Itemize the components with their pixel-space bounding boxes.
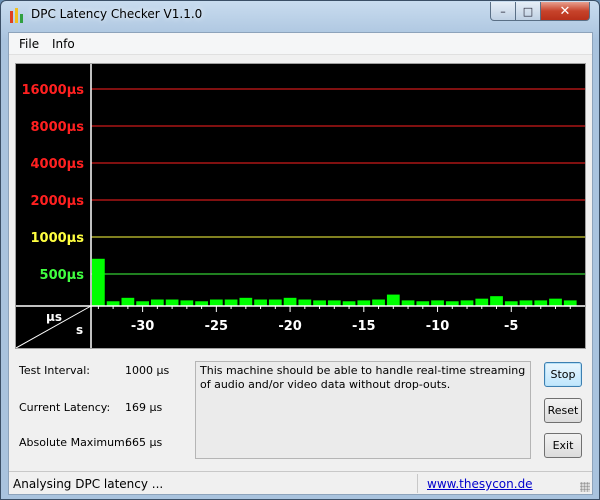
latency-bar bbox=[372, 299, 385, 306]
menu-info[interactable]: Info bbox=[52, 37, 75, 51]
x-tick-label: -5 bbox=[504, 319, 518, 334]
latency-bar bbox=[549, 298, 562, 306]
latency-bar bbox=[209, 299, 223, 306]
current-latency-value: 169 µs bbox=[125, 401, 163, 414]
test-interval-label: Test Interval: bbox=[19, 364, 90, 377]
x-tick-label: -10 bbox=[426, 319, 450, 334]
minimize-icon: – bbox=[500, 4, 506, 18]
latency-chart-svg: µs s 16000µs 8000µs 4000µs 2000µs 1000µs 500µ… bbox=[16, 64, 585, 348]
website-link[interactable]: www.thesycon.de bbox=[427, 477, 533, 491]
y-tick-label: 500µs bbox=[40, 268, 85, 283]
test-interval-value: 1000 µs bbox=[125, 364, 170, 377]
absolute-maximum-value: 665 µs bbox=[125, 436, 163, 449]
maximize-icon: □ bbox=[522, 4, 534, 18]
minimize-button[interactable]: – bbox=[490, 2, 516, 21]
latency-bar bbox=[150, 299, 164, 306]
current-latency-label: Current Latency: bbox=[19, 401, 111, 414]
status-text: Analysing DPC latency ... bbox=[13, 477, 164, 491]
latency-bar bbox=[431, 300, 444, 306]
latency-bar bbox=[121, 297, 135, 306]
window-title: DPC Latency Checker V1.1.0 bbox=[31, 7, 203, 21]
latency-bar bbox=[563, 300, 577, 306]
y-tick-label: 8000µs bbox=[31, 120, 85, 135]
x-unit-label: s bbox=[76, 323, 83, 337]
x-tick-label: -20 bbox=[278, 319, 302, 334]
latency-bar bbox=[534, 300, 548, 306]
latency-bar bbox=[224, 299, 238, 306]
latency-bar bbox=[327, 300, 341, 306]
latency-bar bbox=[239, 297, 253, 306]
y-tick-label: 16000µs bbox=[21, 83, 84, 98]
resize-grip-icon[interactable] bbox=[580, 482, 590, 492]
result-message: This machine should be able to handle re… bbox=[195, 361, 531, 459]
status-divider bbox=[417, 474, 418, 493]
x-tick-label: -25 bbox=[205, 319, 229, 334]
status-bar: Analysing DPC latency ... www.thesycon.d… bbox=[9, 471, 592, 494]
exit-button[interactable]: Exit bbox=[544, 433, 582, 458]
menu-bar: File Info bbox=[9, 33, 592, 55]
close-button[interactable]: ✕ bbox=[540, 2, 590, 21]
maximize-button[interactable]: □ bbox=[515, 2, 541, 21]
latency-bar bbox=[180, 300, 194, 306]
latency-bar bbox=[268, 299, 282, 306]
latency-bar bbox=[490, 296, 503, 306]
app-window: DPC Latency Checker V1.1.0 – □ ✕ File In… bbox=[0, 0, 600, 500]
y-tick-label: 1000µs bbox=[31, 231, 85, 246]
y-tick-label: 2000µs bbox=[31, 194, 85, 209]
latency-bar bbox=[357, 300, 371, 306]
latency-bar bbox=[386, 294, 400, 306]
stop-button[interactable]: Stop bbox=[544, 362, 582, 387]
y-tick-label: 4000µs bbox=[31, 157, 85, 172]
latency-bar bbox=[165, 299, 179, 306]
latency-bar bbox=[475, 298, 489, 306]
menu-file[interactable]: File bbox=[19, 37, 39, 51]
latency-bar bbox=[519, 300, 533, 306]
client-area: File Info µs s 16000µs 8000µs 4000µs 2000µs… bbox=[8, 32, 593, 495]
latency-bar bbox=[298, 299, 312, 306]
latency-bar bbox=[401, 300, 415, 306]
reset-button[interactable]: Reset bbox=[544, 398, 582, 423]
latency-bar bbox=[283, 297, 297, 306]
x-tick-label: -30 bbox=[131, 319, 155, 334]
latency-bar bbox=[313, 300, 326, 306]
close-icon: ✕ bbox=[559, 3, 571, 19]
y-unit-label: µs bbox=[46, 310, 62, 324]
latency-chart: µs s 16000µs 8000µs 4000µs 2000µs 1000µs 500µ… bbox=[15, 63, 586, 349]
latency-bar bbox=[92, 258, 105, 306]
latency-bar bbox=[460, 300, 474, 306]
title-bar[interactable]: DPC Latency Checker V1.1.0 – □ ✕ bbox=[1, 1, 599, 31]
absolute-maximum-label: Absolute Maximum: bbox=[19, 436, 129, 449]
app-icon bbox=[9, 7, 25, 23]
x-tick-label: -15 bbox=[352, 319, 376, 334]
latency-bar bbox=[254, 299, 267, 306]
